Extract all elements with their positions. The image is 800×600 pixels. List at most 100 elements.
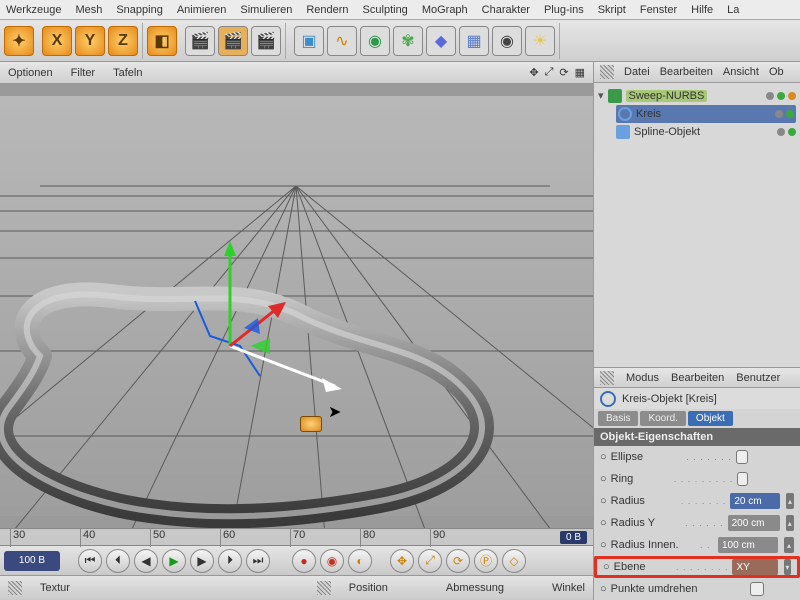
- tab-koord[interactable]: Koord.: [640, 411, 685, 426]
- light-icon[interactable]: ☀: [525, 26, 555, 56]
- tree-item-kreis[interactable]: Kreis: [616, 105, 796, 123]
- menu-plugins[interactable]: Plug-ins: [544, 4, 584, 16]
- render-settings-icon[interactable]: 🎬: [251, 26, 281, 56]
- radiusi-field: 100 cm: [718, 537, 778, 553]
- menu-simulieren[interactable]: Simulieren: [240, 4, 292, 16]
- menu-rendern[interactable]: Rendern: [306, 4, 348, 16]
- prev-key-button[interactable]: ⏴: [106, 549, 130, 573]
- tab-objekt[interactable]: Objekt: [688, 411, 733, 426]
- property-list: ○Ellipse . . . . . . . ○Ring . . . . . .…: [594, 446, 800, 600]
- view-tafeln[interactable]: Tafeln: [113, 67, 142, 79]
- prop-radius: ○Radius . . . . . . . 20 cm ▴: [594, 490, 800, 512]
- prop-ellipse: ○Ellipse . . . . . . .: [594, 446, 800, 468]
- view-layout-icon[interactable]: ▦: [575, 66, 585, 79]
- keyframe-sel-button[interactable]: ◐: [348, 549, 372, 573]
- grip-icon[interactable]: [8, 581, 22, 595]
- prop-ebene-label: Ebene: [614, 561, 646, 573]
- attribute-tabs: Basis Koord. Objekt: [594, 409, 800, 428]
- radius-field[interactable]: 20 cm: [730, 493, 780, 509]
- object-manager-tree[interactable]: ▾ Sweep-NURBS Kreis Spline-Objekt: [594, 83, 800, 367]
- grip-icon-om[interactable]: [600, 65, 614, 79]
- axis-z-button[interactable]: Z: [108, 26, 138, 56]
- punkte-checkbox[interactable]: [750, 582, 764, 596]
- menu-layout[interactable]: La: [727, 4, 739, 16]
- view-optionen[interactable]: Optionen: [8, 67, 53, 79]
- grip-icon-attr[interactable]: [600, 371, 614, 385]
- tick-40: 40: [80, 529, 95, 547]
- tick-90: 90: [430, 529, 445, 547]
- play-button[interactable]: ▶: [162, 549, 186, 573]
- menu-hilfe[interactable]: Hilfe: [691, 4, 713, 16]
- tick-80: 80: [360, 529, 375, 547]
- playback-bar: 100 B ⏮ ⏴ ◀ ▶ ▶ ⏵ ⏭ ● ◉ ◐ ✥ ⤢ ⟳ Ⓟ ◇: [0, 546, 593, 576]
- pla-key-icon[interactable]: ◇: [502, 549, 526, 573]
- tree-item-spline[interactable]: Spline-Objekt: [616, 123, 796, 141]
- next-key-button[interactable]: ⏵: [218, 549, 242, 573]
- go-end-button[interactable]: ⏭: [246, 549, 270, 573]
- autokey-button[interactable]: ◉: [320, 549, 344, 573]
- spline-tool-icon[interactable]: ∿: [327, 26, 357, 56]
- deformer-icon[interactable]: ◆: [426, 26, 456, 56]
- radiusy-field: 200 cm: [728, 515, 780, 531]
- perspective-viewport[interactable]: ➤: [0, 84, 593, 528]
- axis-x-button[interactable]: X: [42, 26, 72, 56]
- view-pan-icon[interactable]: ✥: [529, 66, 538, 79]
- menu-mesh[interactable]: Mesh: [75, 4, 102, 16]
- menu-snapping[interactable]: Snapping: [116, 4, 163, 16]
- menu-skript[interactable]: Skript: [598, 4, 626, 16]
- attr-modus[interactable]: Modus: [626, 372, 659, 384]
- view-filter[interactable]: Filter: [71, 67, 95, 79]
- environment-icon[interactable]: ▦: [459, 26, 489, 56]
- om-bearbeiten[interactable]: Bearbeiten: [660, 66, 713, 78]
- record-button[interactable]: ●: [292, 549, 316, 573]
- rot-key-icon[interactable]: ⟳: [446, 549, 470, 573]
- live-select-icon[interactable]: ✦: [4, 26, 34, 56]
- ebene-dropdown-arrow[interactable]: ▾: [784, 559, 791, 575]
- coord-manager-bar: Textur Position Abmessung Winkel: [0, 576, 593, 600]
- tick-70: 70: [290, 529, 305, 547]
- render-region-icon[interactable]: 🎬: [218, 26, 248, 56]
- menu-mograph[interactable]: MoGraph: [422, 4, 468, 16]
- coord-system-icon[interactable]: ◧: [147, 26, 177, 56]
- prop-ellipse-label: Ellipse: [611, 451, 643, 463]
- render-view-icon[interactable]: 🎬: [185, 26, 215, 56]
- om-objekte[interactable]: Ob: [769, 66, 784, 78]
- view-rotate-icon[interactable]: ⟳: [559, 66, 568, 79]
- end-frame-field[interactable]: 100 B: [4, 551, 60, 571]
- go-start-button[interactable]: ⏮: [78, 549, 102, 573]
- ebene-dropdown[interactable]: XY: [732, 559, 777, 575]
- expand-icon[interactable]: ▾: [598, 89, 604, 102]
- prop-radius-innen: ○Radius Innen. . . 100 cm ▴: [594, 534, 800, 556]
- tree-item-sweep[interactable]: ▾ Sweep-NURBS: [598, 87, 796, 105]
- om-datei[interactable]: Datei: [624, 66, 650, 78]
- pos-key-icon[interactable]: ✥: [390, 549, 414, 573]
- menu-fenster[interactable]: Fenster: [640, 4, 677, 16]
- attribute-title: Kreis-Objekt [Kreis]: [594, 388, 800, 409]
- next-frame-button[interactable]: ▶: [190, 549, 214, 573]
- scale-key-icon[interactable]: ⤢: [418, 549, 442, 573]
- menu-charakter[interactable]: Charakter: [482, 4, 530, 16]
- grip-icon-2[interactable]: [317, 581, 331, 595]
- ellipse-checkbox[interactable]: [736, 450, 748, 464]
- prev-frame-button[interactable]: ◀: [134, 549, 158, 573]
- spline-object-icon: [616, 125, 630, 139]
- param-key-icon[interactable]: Ⓟ: [474, 549, 498, 573]
- cube-primitive-icon[interactable]: ▣: [294, 26, 324, 56]
- view-zoom-icon[interactable]: ⤢: [545, 66, 554, 79]
- prop-radiusy-label: Radius Y: [611, 517, 655, 529]
- menu-werkzeuge[interactable]: Werkzeuge: [6, 4, 61, 16]
- nurbs-icon[interactable]: ◉: [360, 26, 390, 56]
- camera-icon[interactable]: ◉: [492, 26, 522, 56]
- axis-y-button[interactable]: Y: [75, 26, 105, 56]
- attr-bearbeiten[interactable]: Bearbeiten: [671, 372, 724, 384]
- attr-benutzer[interactable]: Benutzer: [736, 372, 780, 384]
- radius-spinner[interactable]: ▴: [786, 493, 794, 509]
- om-ansicht[interactable]: Ansicht: [723, 66, 759, 78]
- ring-checkbox[interactable]: [737, 472, 748, 486]
- timeline-ruler[interactable]: 30 40 50 60 70 80 90 0 B: [0, 528, 593, 546]
- menu-animieren[interactable]: Animieren: [177, 4, 227, 16]
- tick-30: 30: [10, 529, 25, 547]
- array-icon[interactable]: ✾: [393, 26, 423, 56]
- tab-basis[interactable]: Basis: [598, 411, 638, 426]
- menu-sculpting[interactable]: Sculpting: [363, 4, 408, 16]
